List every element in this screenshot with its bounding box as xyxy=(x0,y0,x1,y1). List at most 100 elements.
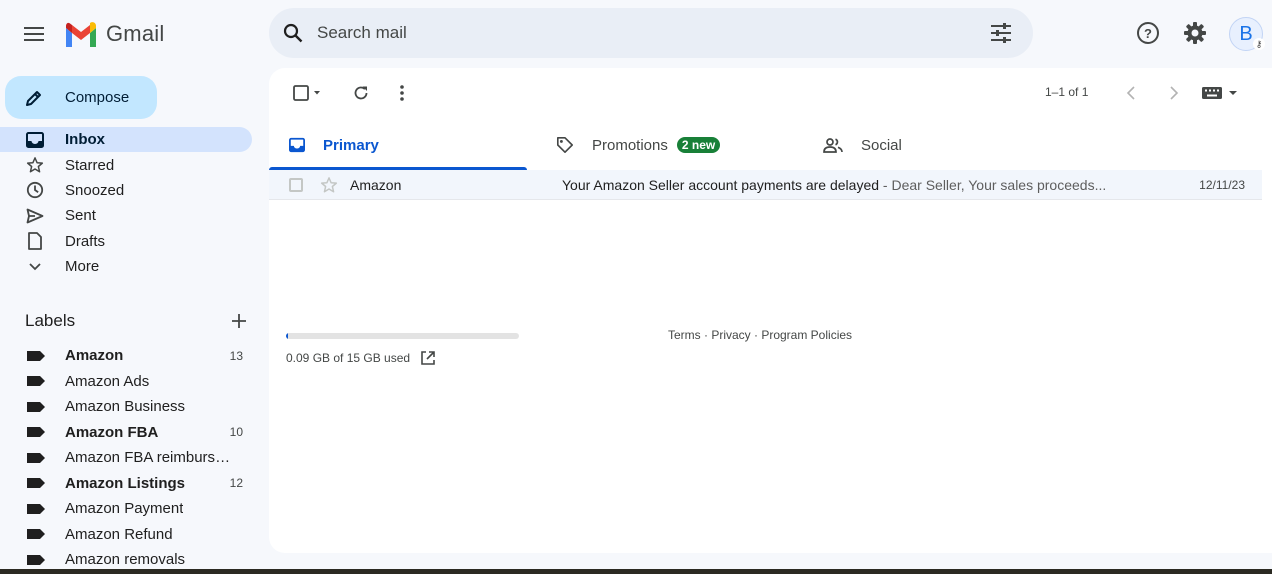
row-checkbox[interactable] xyxy=(289,177,303,192)
pagination-count[interactable]: 1–1 of 1 xyxy=(1045,85,1088,99)
label-count: 12 xyxy=(229,476,243,491)
footer-links[interactable]: Terms · Privacy · Program Policies xyxy=(668,328,852,342)
manage-storage-link[interactable] xyxy=(420,350,436,366)
chevron-down-icon xyxy=(25,257,45,277)
main-panel: 1–1 of 1 Primary Promotions 2 new Social… xyxy=(269,68,1272,553)
star-icon xyxy=(320,177,338,193)
open-in-new-icon xyxy=(421,351,435,365)
gmail-logo[interactable]: Gmail xyxy=(64,18,164,50)
chevron-right-icon xyxy=(1170,86,1179,100)
gmail-wordmark: Gmail xyxy=(106,21,165,46)
hamburger-icon xyxy=(24,27,44,41)
label-item-amazon-fba[interactable]: Amazon FBA 10 xyxy=(0,420,256,446)
account-avatar[interactable]: B ⚷ xyxy=(1229,17,1265,51)
tab-promotions[interactable]: Promotions 2 new xyxy=(546,120,804,170)
label-tag-icon xyxy=(27,401,45,412)
select-all-checkbox[interactable] xyxy=(283,76,327,110)
chevron-left-icon xyxy=(1126,86,1135,100)
label-item-amazon-payment[interactable]: Amazon Payment xyxy=(0,496,256,522)
label-name: Amazon Business xyxy=(65,398,186,416)
search-input[interactable] xyxy=(317,23,977,43)
older-button[interactable] xyxy=(1157,76,1191,110)
storage-usage: 0.09 GB of 15 GB used xyxy=(286,350,436,366)
new-count-badge: 2 new xyxy=(676,137,721,153)
label-name: Amazon xyxy=(65,347,124,365)
label-name: Amazon Listings xyxy=(65,474,186,492)
search-bar[interactable] xyxy=(269,8,1033,58)
inbox-icon xyxy=(289,137,305,153)
label-name: Amazon Payment xyxy=(65,500,184,518)
more-vert-icon xyxy=(400,85,404,101)
star-toggle[interactable] xyxy=(320,176,338,199)
storage-meter xyxy=(286,333,519,339)
email-date: 12/11/23 xyxy=(1199,177,1245,192)
email-row[interactable]: Amazon Your Amazon Seller account paymen… xyxy=(269,170,1262,200)
label-item-amazon-fba-reimburse[interactable]: Amazon FBA reimburse... xyxy=(0,445,256,471)
top-header: Gmail ? B ⚷ xyxy=(0,0,1272,68)
label-name: Amazon Ads xyxy=(65,372,150,390)
label-tag-icon xyxy=(27,529,45,540)
sidebar-item-starred[interactable]: Starred xyxy=(0,152,252,177)
plus-icon xyxy=(232,314,246,328)
search-icon xyxy=(283,23,303,43)
keyboard-icon xyxy=(1202,87,1237,99)
label-list: Amazon 13 Amazon Ads Amazon Business Ama… xyxy=(0,343,256,573)
clock-icon xyxy=(25,180,45,200)
label-item-amazon-ads[interactable]: Amazon Ads xyxy=(0,369,256,395)
email-snippet: - Dear Seller, Your sales proceeds... xyxy=(879,176,1107,193)
sidebar-item-inbox[interactable]: Inbox xyxy=(0,127,252,153)
label-item-amazon-business[interactable]: Amazon Business xyxy=(0,394,256,420)
sidebar-item-more[interactable]: More xyxy=(0,254,252,279)
label-tag-icon xyxy=(27,452,45,463)
storage-meter-fill xyxy=(286,333,289,339)
search-options-button[interactable] xyxy=(977,9,1025,57)
help-icon: ? xyxy=(1137,22,1159,44)
label-name: Amazon FBA reimburse... xyxy=(65,449,235,467)
key-icon: ⚷ xyxy=(1253,38,1265,50)
sidebar-item-label: Drafts xyxy=(65,232,106,250)
label-name: Amazon FBA xyxy=(65,423,159,441)
label-tag-icon xyxy=(27,376,45,387)
email-subject-line: Your Amazon Seller account payments are … xyxy=(562,177,1152,193)
sidebar-item-sent[interactable]: Sent xyxy=(0,203,252,228)
newer-button[interactable] xyxy=(1114,76,1148,110)
refresh-button[interactable] xyxy=(344,76,378,110)
label-item-amazon-refund[interactable]: Amazon Refund xyxy=(0,522,256,548)
label-count: 10 xyxy=(229,425,243,440)
email-sender: Amazon xyxy=(350,176,402,193)
more-actions-button[interactable] xyxy=(385,76,419,110)
sidebar-item-label: Sent xyxy=(65,207,96,225)
settings-button[interactable] xyxy=(1175,13,1215,53)
sidebar-item-label: More xyxy=(65,258,100,276)
compose-button[interactable]: Compose xyxy=(5,76,157,119)
tab-primary[interactable]: Primary xyxy=(269,120,527,170)
main-menu-button[interactable] xyxy=(14,14,54,54)
labels-header: Labels xyxy=(25,310,247,332)
sidebar-item-label: Snoozed xyxy=(65,181,125,199)
email-subject: Your Amazon Seller account payments are … xyxy=(562,176,880,193)
send-icon xyxy=(25,206,45,226)
search-button[interactable] xyxy=(269,9,317,57)
tab-social[interactable]: Social xyxy=(823,120,1081,170)
avatar-letter: B xyxy=(1239,22,1253,45)
label-name: Amazon Refund xyxy=(65,525,173,543)
pencil-icon xyxy=(24,87,46,109)
tab-label: Promotions xyxy=(592,136,668,154)
people-icon xyxy=(823,137,843,153)
star-icon xyxy=(25,155,45,175)
label-item-amazon-listings[interactable]: Amazon Listings 12 xyxy=(0,471,256,497)
label-item-amazon[interactable]: Amazon 13 xyxy=(0,343,256,369)
gmail-m-icon xyxy=(66,22,96,47)
labels-title: Labels xyxy=(25,311,76,330)
sidebar-item-snoozed[interactable]: Snoozed xyxy=(0,178,252,203)
create-label-button[interactable] xyxy=(231,313,247,329)
input-tools-button[interactable] xyxy=(1199,76,1243,110)
sidebar-item-drafts[interactable]: Drafts xyxy=(0,229,252,254)
storage-usage-text: 0.09 GB of 15 GB used xyxy=(286,351,411,365)
compose-label: Compose xyxy=(65,89,130,106)
support-button[interactable]: ? xyxy=(1128,13,1168,53)
label-name: Amazon removals xyxy=(65,551,186,569)
label-count: 13 xyxy=(229,348,243,363)
label-tag-icon xyxy=(27,350,45,361)
inbox-icon xyxy=(25,130,45,150)
